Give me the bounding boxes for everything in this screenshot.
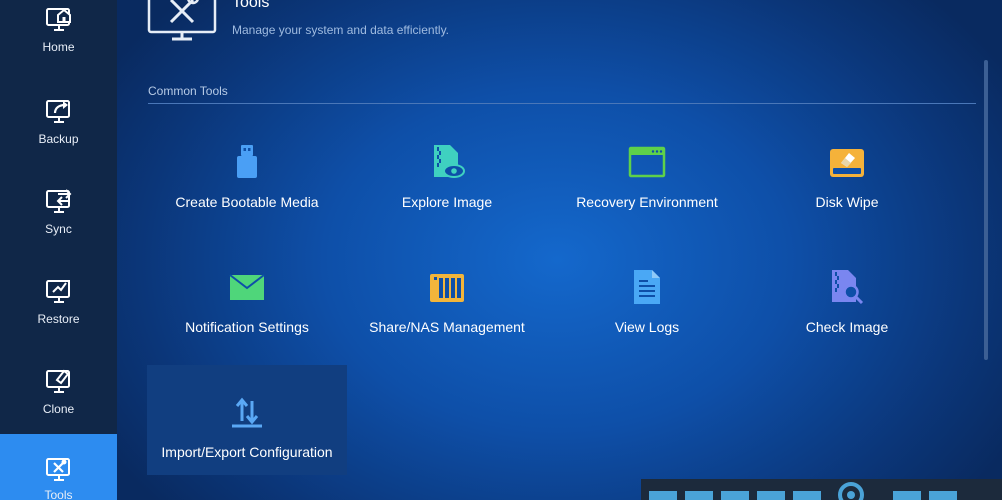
watermark-logo-graphic (649, 482, 957, 500)
sidebar-item-label: Clone (42, 402, 75, 416)
tool-explore-image[interactable]: Explore Image (347, 115, 547, 225)
scrollbar[interactable] (984, 60, 988, 360)
sidebar-item-backup[interactable]: Backup (0, 90, 117, 180)
section-divider (148, 103, 976, 104)
tool-import-export-configuration[interactable]: Import/Export Configuration (147, 365, 347, 475)
disk-wipe-icon (830, 149, 864, 177)
tool-label: Explore Image (401, 194, 493, 210)
document-icon (634, 270, 660, 304)
tool-view-logs[interactable]: View Logs (547, 240, 747, 350)
check-image-icon (832, 270, 864, 305)
sidebar-item-home[interactable]: Home (0, 0, 117, 90)
tool-label: View Logs (614, 319, 680, 335)
tool-notification-settings[interactable]: Notification Settings (147, 240, 347, 350)
window-icon (628, 146, 666, 178)
tool-label: Recovery Environment (576, 194, 718, 210)
sidebar-item-label: Backup (38, 132, 79, 146)
envelope-icon (229, 274, 265, 300)
watermark-logo (641, 479, 1002, 500)
sidebar-item-label: Home (42, 40, 75, 54)
sidebar: Home Backup Sync Restore Clone Tools (0, 0, 117, 500)
restore-icon (45, 280, 70, 303)
sync-icon (45, 189, 71, 213)
section-title: Common Tools (148, 84, 228, 98)
tool-label: Check Image (805, 319, 889, 335)
backup-icon (45, 100, 70, 123)
sidebar-item-restore[interactable]: Restore (0, 270, 117, 360)
tool-create-bootable-media[interactable]: Create Bootable Media (147, 115, 347, 225)
nas-icon (430, 274, 464, 302)
home-icon (45, 8, 71, 31)
tool-label: Import/Export Configuration (161, 444, 333, 460)
clone-icon (45, 369, 70, 393)
tool-label: Notification Settings (185, 319, 309, 335)
main-content: Tools Manage your system and data effici… (117, 0, 1002, 500)
tool-label: Create Bootable Media (175, 194, 319, 210)
tool-disk-wipe[interactable]: Disk Wipe (747, 115, 947, 225)
tool-label: Share/NAS Management (369, 319, 525, 335)
sidebar-item-label: Sync (45, 222, 72, 236)
tool-check-image[interactable]: Check Image (747, 240, 947, 350)
tools-header-icon (147, 0, 217, 41)
explore-image-icon (434, 145, 465, 178)
tools-icon (45, 458, 70, 481)
tool-recovery-environment[interactable]: Recovery Environment (547, 115, 747, 225)
sidebar-item-tools[interactable]: Tools (0, 434, 117, 500)
usb-drive-icon (237, 145, 257, 178)
sidebar-item-label: Tools (44, 488, 73, 500)
tool-share-nas-management[interactable]: Share/NAS Management (347, 240, 547, 350)
page-title: Tools (232, 0, 270, 11)
sidebar-item-label: Restore (37, 312, 80, 326)
tool-label: Disk Wipe (815, 194, 879, 210)
sidebar-item-sync[interactable]: Sync (0, 180, 117, 270)
import-export-icon (232, 397, 262, 428)
page-subtitle: Manage your system and data efficiently. (232, 23, 450, 37)
